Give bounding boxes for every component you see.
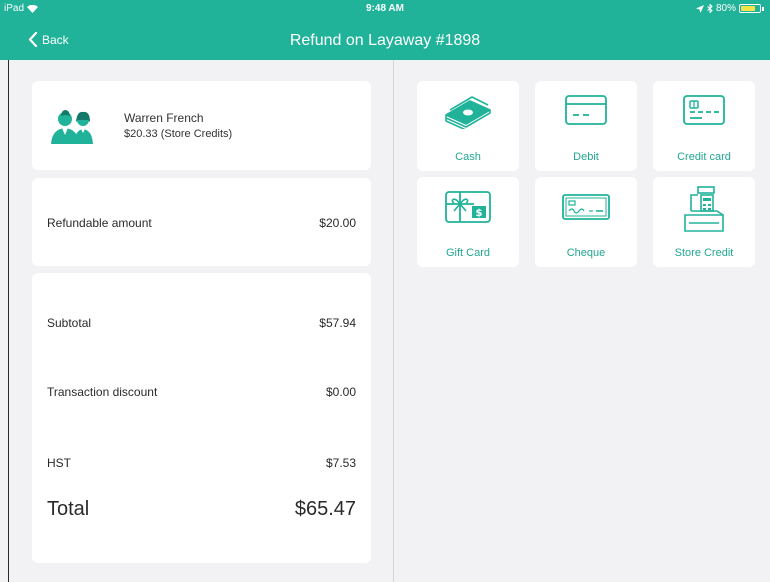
discount-label: Transaction discount — [47, 385, 158, 399]
payment-cash-button[interactable]: Cash — [417, 81, 519, 171]
navigation-header: iPad 9:48 AM 80% Back Refund on Layaway … — [0, 0, 770, 60]
subtotal-row: Subtotal $57.94 — [47, 316, 356, 330]
page-title: Refund on Layaway #1898 — [289, 32, 481, 49]
status-bar: iPad 9:48 AM 80% — [0, 0, 770, 18]
payment-cheque-label: Cheque — [566, 247, 606, 259]
cheque-icon — [562, 194, 610, 220]
debit-card-icon — [565, 95, 607, 125]
status-right: 80% — [695, 3, 764, 14]
payment-store-credit-button[interactable]: Store Credit — [653, 177, 755, 267]
svg-text:$: $ — [476, 208, 483, 219]
discount-value: $0.00 — [325, 385, 356, 399]
cash-register-icon — [684, 186, 724, 232]
refund-amount-value: $20.00 — [319, 216, 356, 230]
payment-gift-card-label: Gift Card — [445, 247, 490, 259]
subtotal-value: $57.94 — [319, 316, 356, 330]
tax-label: HST — [47, 456, 71, 470]
status-time: 9:48 AM — [366, 3, 404, 14]
customer-card[interactable]: Warren French $20.33 (Store Credits) — [32, 81, 371, 170]
payment-store-credit-label: Store Credit — [674, 247, 734, 259]
credit-card-icon — [683, 95, 725, 125]
payment-credit-card-button[interactable]: Credit card — [653, 81, 755, 171]
payment-debit-label: Debit — [573, 151, 599, 163]
subtotal-label: Subtotal — [47, 316, 92, 330]
payment-cash-label: Cash — [455, 151, 481, 163]
discount-row: Transaction discount $0.00 — [47, 385, 356, 399]
customer-avatar-icon — [51, 110, 93, 144]
total-row: Total $65.47 — [47, 498, 356, 521]
total-value: $65.47 — [294, 498, 356, 520]
cash-icon — [445, 96, 491, 129]
payment-gift-card-button[interactable]: $ Gift Card — [417, 177, 519, 267]
gift-card-icon: $ — [445, 191, 491, 223]
location-arrow-icon — [695, 4, 704, 13]
bluetooth-icon — [707, 4, 713, 13]
customer-credits: $20.33 (Store Credits) — [124, 128, 233, 140]
totals-card: Subtotal $57.94 Transaction discount $0.… — [32, 273, 371, 563]
payment-credit-card-label: Credit card — [677, 151, 731, 163]
tax-value: $7.53 — [325, 456, 356, 470]
refund-amount-label: Refundable amount — [47, 216, 152, 230]
battery-icon — [739, 4, 761, 13]
battery-percent: 80% — [715, 3, 736, 14]
payment-cheque-button[interactable]: Cheque — [535, 177, 637, 267]
total-label: Total — [47, 498, 90, 520]
customer-name: Warren French — [124, 111, 204, 125]
payment-debit-button[interactable]: Debit — [535, 81, 637, 171]
refund-amount-card: Refundable amount $20.00 — [32, 178, 371, 266]
tax-row: HST $7.53 — [47, 456, 356, 470]
